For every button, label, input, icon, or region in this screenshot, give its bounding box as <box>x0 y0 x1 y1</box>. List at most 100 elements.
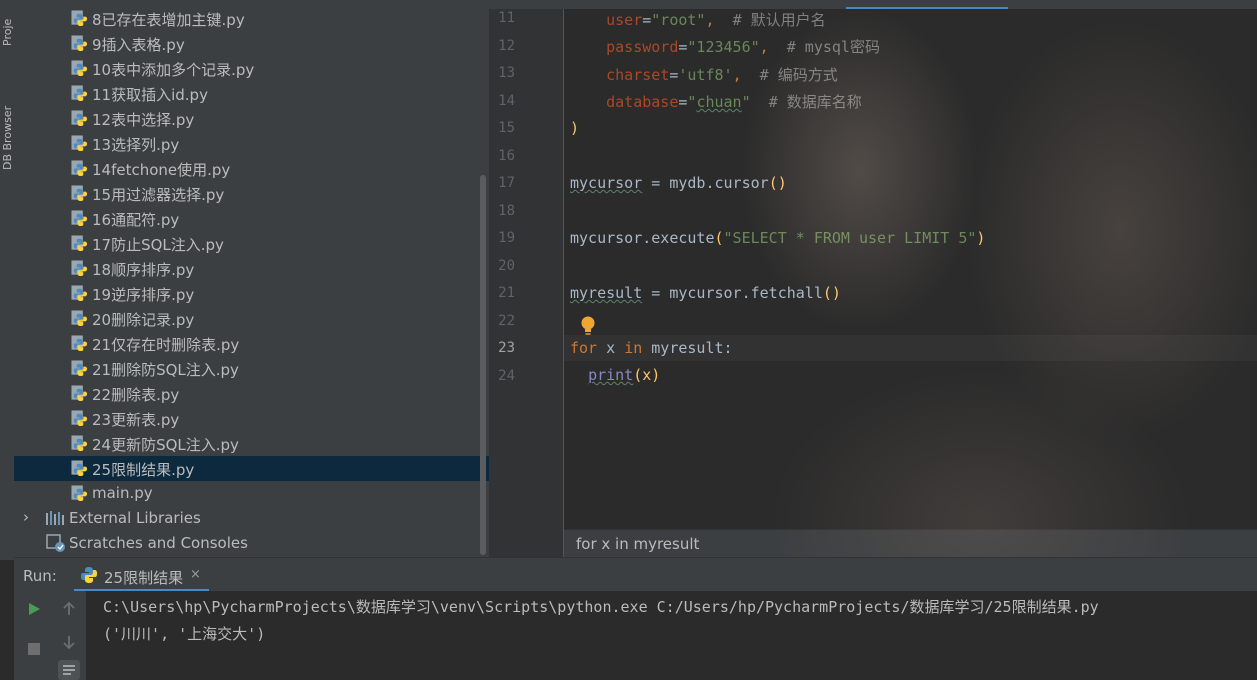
lightbulb-icon[interactable] <box>580 316 596 338</box>
tree-item-label: main.py <box>92 484 153 502</box>
line-number: 13 <box>498 65 515 81</box>
python-file-icon <box>71 485 88 502</box>
line-number: 12 <box>498 37 515 54</box>
run-console[interactable]: C:\Users\hp\PycharmProjects\数据库学习\venv\S… <box>86 591 1257 680</box>
python-file-icon <box>71 60 88 77</box>
line-number: 20 <box>498 257 515 274</box>
line-number: 17 <box>498 175 515 191</box>
run-label: Run: <box>23 567 57 585</box>
tree-item[interactable]: 14fetchone使用.py <box>14 156 489 181</box>
run-toolbar <box>14 591 86 680</box>
tree-item-label: 8已存在表增加主键.py <box>92 11 245 29</box>
python-file-icon <box>71 260 88 277</box>
code-line-24: print(x) <box>588 366 661 384</box>
code-line-17: mycursor = mydb.cursor() <box>570 174 787 192</box>
tree-item[interactable]: 12表中选择.py <box>14 106 489 131</box>
python-file-icon <box>71 335 88 352</box>
soft-wrap-icon[interactable] <box>58 660 80 680</box>
code-editor[interactable]: 11 12 13 14 15 16 17 18 19 20 21 22 23 24 user="root"… <box>489 9 1257 557</box>
console-line-command: C:\Users\hp\PycharmProjects\数据库学习\venv\S… <box>103 598 1099 616</box>
python-file-icon <box>71 435 88 452</box>
tree-item-label: 14fetchone使用.py <box>92 161 231 179</box>
tree-item[interactable]: 21仅存在时删除表.py <box>14 331 489 356</box>
scratches-label: Scratches and Consoles <box>69 534 248 552</box>
code-line-14: database="chuan" # 数据库名称 <box>606 93 862 111</box>
run-config-tab[interactable]: 25限制结果 × <box>74 558 209 592</box>
code-line-13: charset='utf8', # 编码方式 <box>606 66 838 84</box>
tree-item[interactable]: 18顺序排序.py <box>14 256 489 281</box>
tool-window-strip: Proje DB Browser <box>0 0 15 560</box>
python-file-icon <box>71 160 88 177</box>
line-number: 11 <box>498 10 515 26</box>
line-number: 15 <box>498 120 515 136</box>
code-line-19: mycursor.execute("SELECT * FROM user LIM… <box>570 229 986 247</box>
line-number: 14 <box>498 92 515 109</box>
project-scrollbar[interactable] <box>480 175 486 555</box>
rerun-icon[interactable] <box>26 601 42 617</box>
python-file-icon <box>71 235 88 252</box>
python-file-icon <box>71 360 88 377</box>
chevron-right-icon[interactable]: › <box>23 508 29 526</box>
tree-item-label: 15用过滤器选择.py <box>92 186 225 204</box>
library-icon <box>46 511 64 525</box>
arrow-up-icon[interactable] <box>61 601 77 617</box>
tree-item[interactable]: 22删除表.py <box>14 381 489 406</box>
python-file-icon <box>71 185 88 202</box>
line-number: 22 <box>498 312 515 329</box>
tree-item-label: 24更新防SQL注入.py <box>92 436 239 454</box>
tree-item-label: 18顺序排序.py <box>92 261 195 279</box>
line-number: 24 <box>498 367 515 384</box>
tree-item-label: 10表中添加多个记录.py <box>92 61 255 79</box>
code-line-11: user="root", # 默认用户名 <box>606 11 826 29</box>
tree-item[interactable]: 17防止SQL注入.py <box>14 231 489 256</box>
line-number: 23 <box>498 340 515 356</box>
scratches-node[interactable]: Scratches and Consoles <box>14 531 489 556</box>
tree-item[interactable]: 21删除防SQL注入.py <box>14 356 489 381</box>
tree-item-label: 20删除记录.py <box>92 311 195 329</box>
python-file-icon <box>71 310 88 327</box>
tree-item[interactable]: 23更新表.py <box>14 406 489 431</box>
tree-item-label: 13选择列.py <box>92 136 180 154</box>
python-file-icon <box>71 135 88 152</box>
close-icon[interactable]: × <box>190 567 201 582</box>
project-tool-tab[interactable]: Proje <box>1 0 14 46</box>
tree-item-label: 25限制结果.py <box>92 461 195 479</box>
python-file-icon <box>71 460 88 477</box>
code-line-12: password="123456", # mysql密码 <box>606 38 880 56</box>
tree-item[interactable]: 10表中添加多个记录.py <box>14 56 489 81</box>
python-file-icon <box>71 110 88 127</box>
tree-item-label: 17防止SQL注入.py <box>92 236 224 254</box>
console-line-output: ('川川', '上海交大') <box>103 625 266 643</box>
line-number-gutter <box>489 9 564 557</box>
tree-item[interactable]: 13选择列.py <box>14 131 489 156</box>
tree-item[interactable]: 8已存在表增加主键.py <box>14 6 489 31</box>
tree-item[interactable]: 15用过滤器选择.py <box>14 181 489 206</box>
python-icon <box>81 567 97 583</box>
tree-item-label: 9插入表格.py <box>92 36 185 54</box>
line-number: 21 <box>498 285 515 301</box>
project-tree-panel: 8已存在表增加主键.py 9插入表格.py 10表中添加多个记录.py 11获取插入i… <box>14 0 489 558</box>
scratches-icon <box>46 534 65 552</box>
tree-item[interactable]: 20删除记录.py <box>14 306 489 331</box>
tree-item-label: 21仅存在时删除表.py <box>92 336 240 354</box>
stop-icon[interactable] <box>26 641 42 657</box>
tree-item[interactable]: 25限制结果.py <box>14 456 489 481</box>
external-libraries-node[interactable]: › External Libraries <box>14 506 489 531</box>
python-file-icon <box>71 210 88 227</box>
run-panel-header: Run: 25限制结果 × <box>14 557 1257 592</box>
arrow-down-icon[interactable] <box>61 634 77 650</box>
tree-item-label: 21删除防SQL注入.py <box>92 361 239 379</box>
tree-item[interactable]: 19逆序排序.py <box>14 281 489 306</box>
tree-item-label: 11获取插入id.py <box>92 86 208 104</box>
breadcrumb-bar: for x in myresult <box>564 529 1257 557</box>
tree-item[interactable]: main.py <box>14 481 489 506</box>
tree-item[interactable]: 24更新防SQL注入.py <box>14 431 489 456</box>
tree-item[interactable]: 16通配符.py <box>14 206 489 231</box>
db-browser-tool-tab[interactable]: DB Browser <box>1 70 14 170</box>
external-libraries-label: External Libraries <box>69 509 201 527</box>
breadcrumb[interactable]: for x in myresult <box>576 535 699 553</box>
code-line-15: ) <box>570 119 580 137</box>
tree-item[interactable]: 11获取插入id.py <box>14 81 489 106</box>
code-line-23: for x in myresult: <box>570 339 733 357</box>
tree-item[interactable]: 9插入表格.py <box>14 31 489 56</box>
